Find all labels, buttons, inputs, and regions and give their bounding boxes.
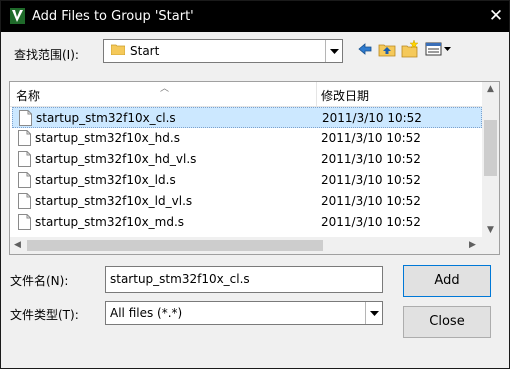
file-row[interactable]: startup_stm32f10x_hd_vl.s 2011/3/10 10:52 [12,149,482,170]
sort-ascending-icon: ︿ [160,84,170,94]
file-date: 2011/3/10 10:52 [321,131,421,145]
horizontal-scroll-thumb[interactable] [27,240,323,251]
folder-icon [111,44,125,55]
file-icon [18,172,31,188]
file-date: 2011/3/10 10:52 [321,194,421,208]
file-name: startup_stm32f10x_hd_vl.s [35,152,197,166]
chevron-down-icon[interactable] [365,302,382,324]
add-files-dialog: Add Files to Group 'Start' ✕ 查找范围(I): St… [0,0,510,369]
column-divider[interactable] [316,82,317,106]
look-in-label: 查找范围(I): [14,48,79,62]
file-row[interactable]: startup_stm32f10x_ld.s 2011/3/10 10:52 [12,170,482,191]
up-folder-icon[interactable] [378,39,396,59]
column-header-name[interactable]: 名称 [16,87,40,104]
file-date: 2011/3/10 10:52 [321,173,421,187]
file-type-value: All files (*.*) [110,306,183,320]
new-folder-icon[interactable] [401,39,419,59]
chevron-down-icon[interactable] [325,40,342,62]
file-name: startup_stm32f10x_ld.s [35,173,176,187]
horizontal-scrollbar[interactable]: ◀ ▶ [10,237,482,254]
file-icon [18,151,31,167]
file-row[interactable]: startup_stm32f10x_md.s 2011/3/10 10:52 [12,212,482,233]
file-type-select[interactable]: All files (*.*) [105,301,383,325]
scroll-left-icon[interactable]: ◀ [14,240,21,250]
back-arrow-icon[interactable] [357,39,373,59]
view-menu-icon[interactable] [425,39,453,59]
file-date: 2011/3/10 10:52 [322,111,422,125]
file-icon [18,130,31,146]
file-date: 2011/3/10 10:52 [321,152,421,166]
close-button[interactable]: Close [403,306,491,338]
file-name: startup_stm32f10x_md.s [35,215,185,229]
scroll-right-icon[interactable]: ▶ [469,240,476,250]
file-row[interactable]: startup_stm32f10x_ld_vl.s 2011/3/10 10:52 [12,191,482,212]
vertical-scroll-thumb[interactable] [484,120,497,176]
file-name: startup_stm32f10x_cl.s [36,111,176,125]
column-header-date[interactable]: 修改日期 [321,87,369,104]
file-name: startup_stm32f10x_ld_vl.s [35,194,193,208]
look-in-value: Start [130,44,160,58]
file-icon [18,193,31,209]
file-type-label: 文件类型(T): [10,308,79,322]
file-name-label: 文件名(N): [10,274,69,288]
file-row[interactable]: startup_stm32f10x_hd.s 2011/3/10 10:52 [12,128,482,149]
close-window-icon[interactable]: ✕ [485,5,507,27]
title-bar[interactable]: Add Files to Group 'Start' ✕ [1,1,509,32]
file-row[interactable]: startup_stm32f10x_cl.s 2011/3/10 10:52 [12,107,482,128]
file-icon [19,110,32,126]
file-name: startup_stm32f10x_hd.s [35,131,180,145]
scroll-up-icon[interactable]: ▲ [487,84,494,94]
file-list[interactable]: ︿ 名称 修改日期 startup_stm32f10x_cl.s 2011/3/1… [9,81,500,255]
keil-app-icon [10,8,25,24]
file-icon [18,214,31,230]
window-title: Add Files to Group 'Start' [32,9,194,24]
scroll-corner [482,237,499,254]
list-header: ︿ 名称 修改日期 [10,82,482,107]
look-in-combo[interactable]: Start [103,39,343,63]
file-name-value: startup_stm32f10x_cl.s [110,272,250,286]
vertical-scrollbar[interactable]: ▲ ▼ [482,82,499,237]
scroll-down-icon[interactable]: ▼ [487,225,494,235]
add-button[interactable]: Add [403,265,491,297]
file-date: 2011/3/10 10:52 [321,215,421,229]
file-name-input[interactable]: startup_stm32f10x_cl.s [105,266,383,293]
